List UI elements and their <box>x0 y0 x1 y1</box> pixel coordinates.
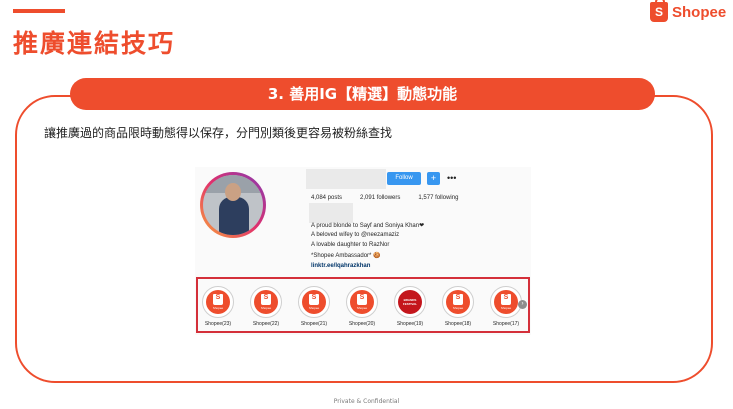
accent-bar <box>13 9 65 13</box>
profile-stats: 4,084 posts 2,091 followers 1,577 follow… <box>311 195 476 201</box>
bio-line: A proud blonde to Sayf and Soniya Khan❤ <box>311 223 425 229</box>
highlight-label: Shopee(23) <box>204 321 232 327</box>
profile-link[interactable]: linktr.ee/lqahrazkhan <box>311 263 370 269</box>
footer-confidential: Private & Confidential <box>333 398 400 405</box>
followers-count[interactable]: 2,091 followers <box>360 195 400 201</box>
posts-count: 4,084 posts <box>311 195 343 201</box>
bio-line: A lovable daughter to RazNor <box>311 242 390 248</box>
shopee-logo-text: Shopee <box>672 3 727 21</box>
avatar <box>203 175 263 235</box>
next-arrow-icon[interactable]: › <box>518 300 527 309</box>
section-title: 3. 善用IG【精選】動態功能 <box>70 78 655 110</box>
highlight-label: Shopee(18) <box>444 321 472 327</box>
highlight-item[interactable]: Shopee Shopee(18) <box>440 286 476 327</box>
highlight-item[interactable]: Shopee Shopee(21) <box>296 286 332 327</box>
follow-button[interactable]: Follow <box>387 172 421 185</box>
redacted-username <box>306 169 386 189</box>
more-options-icon[interactable]: ••• <box>447 172 456 185</box>
story-highlights-row: Shopee Shopee(23) Shopee Shopee(22) Shop… <box>196 277 530 333</box>
suggested-accounts-button[interactable]: + <box>427 172 440 185</box>
highlight-label: Shopee(17) <box>492 321 520 327</box>
profile-avatar-ring[interactable] <box>200 172 266 238</box>
bio-line: *Shopee Ambassador* 🍪 <box>311 253 381 259</box>
highlight-item[interactable]: Shopee Shopee(22) <box>248 286 284 327</box>
highlight-label: Shopee(22) <box>252 321 280 327</box>
page-title: 推廣連結技巧 <box>13 29 176 58</box>
instagram-profile-screenshot: Follow + ••• 4,084 posts 2,091 followers… <box>195 167 531 335</box>
redacted-name <box>309 203 353 223</box>
highlight-item[interactable]: BRANDS FESTIVAL Shopee(19) <box>392 286 428 327</box>
highlight-label: Shopee(21) <box>300 321 328 327</box>
highlight-item[interactable]: Shopee Shopee(20) <box>344 286 380 327</box>
shopee-bag-icon: S <box>650 0 668 22</box>
shopee-logo: S Shopee <box>650 0 727 22</box>
bio-line: A beloved wifey to @neezamaziz <box>311 232 400 238</box>
highlight-label: Shopee(20) <box>348 321 376 327</box>
section-description: 讓推廣過的商品限時動態得以保存，分門別類後更容易被粉絲查找 <box>44 126 393 140</box>
highlight-label: Shopee(19) <box>396 321 424 327</box>
highlight-item[interactable]: Shopee Shopee(23) <box>200 286 236 327</box>
following-count[interactable]: 1,577 following <box>418 195 458 201</box>
